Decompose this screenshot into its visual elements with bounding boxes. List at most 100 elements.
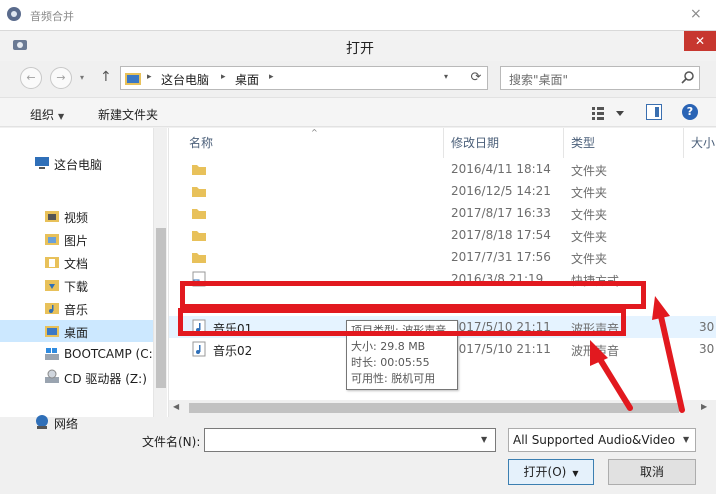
breadcrumb-this-pc[interactable]: 这台电脑: [161, 71, 209, 88]
nav-item-videos[interactable]: 视频: [0, 205, 153, 227]
filename-label: 文件名(N):: [142, 435, 201, 449]
breadcrumb-desktop[interactable]: 桌面: [235, 71, 259, 88]
nav-item-label: 图片: [64, 234, 89, 248]
back-button[interactable]: ←: [20, 67, 42, 89]
nav-item-downloads[interactable]: 下载: [0, 274, 153, 296]
file-row[interactable]: 2017/8/17 16:33 文件夹: [169, 202, 716, 224]
dialog-app-icon: [13, 40, 27, 50]
command-toolbar: 组织 ▼ 新建文件夹 ?: [0, 97, 716, 127]
column-divider[interactable]: [563, 128, 564, 158]
music-folder-icon: [45, 303, 59, 314]
nav-item-desktop[interactable]: 桌面: [0, 320, 153, 342]
open-button[interactable]: 打开(O) ▼: [508, 459, 594, 485]
file-date: 2016/4/11 18:14: [451, 162, 551, 176]
scroll-left-icon[interactable]: ◀: [173, 402, 179, 411]
open-file-dialog: 打开 ✕ ← → ▾ ↑ ▸ 这台电脑 ▸ 桌面 ▸ ▾ ⟳ 搜索"桌面" 组织…: [0, 30, 716, 494]
nav-item-label: 桌面: [64, 326, 89, 340]
app-icon: [7, 7, 21, 21]
folder-icon: [192, 187, 206, 197]
horizontal-scrollbar[interactable]: ◀ ▶: [169, 400, 716, 417]
dialog-close-button[interactable]: ✕: [684, 31, 716, 51]
new-folder-button[interactable]: 新建文件夹: [98, 106, 158, 123]
organize-menu[interactable]: 组织 ▼: [30, 106, 64, 123]
search-box[interactable]: 搜索"桌面": [500, 66, 700, 90]
videos-folder-icon: [45, 211, 59, 222]
downloads-folder-icon: [45, 280, 59, 291]
folder-icon: [192, 165, 206, 175]
nav-item-bootcamp-drive[interactable]: BOOTCAMP (C:: [0, 343, 153, 365]
annotation-box-music02: [178, 308, 626, 336]
nav-item-cd-drive[interactable]: CD 驱动器 (Z:): [0, 366, 153, 388]
desktop-folder-icon: [125, 73, 141, 85]
nav-item-label: 文档: [64, 257, 89, 271]
tooltip-availability: 可用性: 脱机可用: [351, 372, 436, 385]
drive-icon: [45, 348, 59, 360]
nav-item-documents[interactable]: 文档: [0, 251, 153, 273]
cd-drive-icon: [45, 369, 59, 383]
nav-item-pictures[interactable]: 图片: [0, 228, 153, 250]
scrollbar-thumb[interactable]: [156, 228, 166, 388]
nav-item-label: 网络: [54, 417, 79, 431]
file-row[interactable]: 2016/4/11 18:14 文件夹: [169, 158, 716, 180]
address-history-dropdown[interactable]: ▾: [444, 72, 448, 81]
preview-pane-icon[interactable]: [646, 104, 662, 120]
column-header-size[interactable]: 大小: [691, 134, 715, 151]
column-header-type[interactable]: 类型: [571, 134, 595, 151]
organize-label: 组织: [30, 108, 55, 122]
help-icon[interactable]: ?: [682, 104, 698, 120]
folder-icon: [192, 253, 206, 263]
nav-item-this-pc[interactable]: 这台电脑: [0, 152, 153, 174]
refresh-button[interactable]: ⟳: [466, 67, 486, 89]
file-size: 30: [699, 342, 715, 356]
column-header-date[interactable]: 修改日期: [451, 134, 499, 151]
desktop-folder-icon: [45, 326, 59, 337]
file-type: 文件夹: [571, 252, 608, 266]
parent-window-title: 音频合并: [30, 10, 74, 23]
file-row[interactable]: 2017/7/31 17:56 文件夹: [169, 246, 716, 268]
address-bar[interactable]: ▸ 这台电脑 ▸ 桌面 ▸: [120, 66, 488, 90]
parent-close-button[interactable]: ×: [690, 6, 702, 22]
scrollbar-thumb[interactable]: [189, 403, 679, 413]
nav-item-network[interactable]: 网络: [0, 411, 153, 433]
forward-button[interactable]: →: [50, 67, 72, 89]
file-row[interactable]: 2016/12/5 14:21 文件夹: [169, 180, 716, 202]
annotation-box-music01: [180, 281, 646, 309]
up-button[interactable]: ↑: [100, 69, 112, 85]
file-type: 文件夹: [571, 186, 608, 200]
file-type: 波形声音: [571, 344, 620, 358]
search-icon[interactable]: [681, 70, 695, 84]
nav-item-label: 音乐: [64, 303, 89, 317]
tooltip-size: 大小: 29.8 MB: [351, 340, 426, 353]
pictures-folder-icon: [45, 234, 59, 245]
file-row[interactable]: 2017/8/18 17:54 文件夹: [169, 224, 716, 246]
folder-icon: [192, 231, 206, 241]
filename-input[interactable]: ▼: [204, 428, 496, 452]
filetype-select[interactable]: All Supported Audio&Video ▼: [508, 428, 696, 452]
cancel-button[interactable]: 取消: [608, 459, 696, 485]
documents-folder-icon: [45, 257, 59, 268]
sort-ascending-icon: ^: [311, 128, 318, 137]
chevron-down-icon[interactable]: ▼: [481, 435, 487, 444]
file-date: 2017/8/17 16:33: [451, 206, 551, 220]
navigation-scrollbar[interactable]: [153, 128, 167, 417]
column-header-name[interactable]: 名称: [189, 134, 213, 151]
breadcrumb-separator[interactable]: ▸: [269, 72, 274, 82]
nav-item-music[interactable]: 音乐: [0, 297, 153, 319]
nav-item-label: 这台电脑: [54, 158, 103, 172]
recent-locations-dropdown[interactable]: ▾: [80, 73, 84, 82]
search-input[interactable]: 搜索"桌面": [509, 71, 568, 88]
file-type: 文件夹: [571, 230, 608, 244]
change-view-icon[interactable]: [592, 105, 626, 121]
chevron-down-icon[interactable]: ▼: [572, 469, 578, 478]
column-divider[interactable]: [443, 128, 444, 158]
scroll-right-icon[interactable]: ▶: [701, 402, 707, 411]
chevron-down-icon: ▼: [58, 112, 65, 121]
parent-titlebar: 音频合并 ×: [0, 0, 716, 30]
column-divider[interactable]: [683, 128, 684, 158]
navigation-pane: 这台电脑 视频 图片 文档 下载 音乐 桌面 BOOTCAMP (C: CD 驱…: [0, 128, 168, 431]
file-date: 2016/12/5 14:21: [451, 184, 551, 198]
breadcrumb-separator: ▸: [221, 72, 226, 82]
tooltip-duration: 时长: 00:05:55: [351, 356, 430, 369]
chevron-down-icon[interactable]: ▼: [683, 435, 689, 444]
network-icon: [36, 415, 48, 429]
